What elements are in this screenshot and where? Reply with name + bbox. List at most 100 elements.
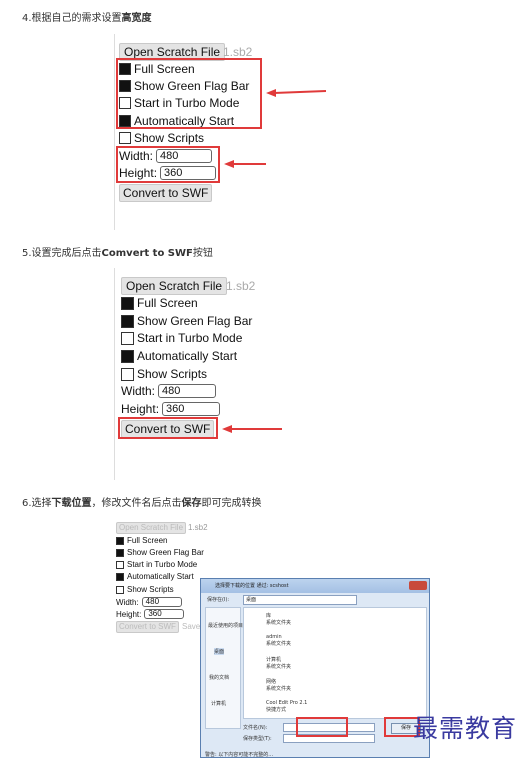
filetype-label: 保存类型(T):: [243, 736, 272, 742]
height-input[interactable]: 360: [162, 402, 221, 416]
list-item[interactable]: admin 系统文件夹: [266, 634, 291, 647]
arrow-icon: [222, 425, 282, 433]
option-label: Start in Turbo Mode: [137, 331, 243, 345]
option-auto-start[interactable]: Automatically Start: [121, 349, 237, 363]
list-item[interactable]: 网络 系统文件夹: [266, 678, 291, 692]
list-item[interactable]: 计算机 系统文件夹: [266, 656, 291, 670]
option-show-scripts[interactable]: Show Scripts: [119, 131, 204, 145]
dialog-title: 选择要下载的位置 通过: scshost: [201, 579, 429, 593]
nav-desktop[interactable]: 桌面: [214, 648, 225, 655]
option-show-green-flag-bar[interactable]: Show Green Flag Bar: [121, 314, 252, 328]
checkbox-checked-icon[interactable]: [116, 536, 124, 545]
step-4-caption: 4.根据自己的需求设置高宽度: [22, 9, 152, 24]
dialog-nav-pane: 最近使用的项目 桌面 我的文档 计算机: [205, 607, 243, 729]
height-input[interactable]: 360: [144, 609, 185, 619]
close-button[interactable]: [409, 581, 427, 590]
option-show-green-flag-bar[interactable]: Show Green Flag Bar: [116, 548, 204, 557]
width-row: Width: 480: [116, 597, 182, 607]
highlight-box: [118, 417, 218, 439]
dialog-file-list: 库系统文件夹 admin 系统文件夹 计算机 系统文件夹 网络 系统文件夹 Cool …: [243, 607, 427, 719]
option-full-screen[interactable]: Full Screen: [121, 296, 198, 310]
checkbox-checked-icon[interactable]: [121, 349, 134, 363]
arrow-icon: [266, 89, 327, 97]
option-label: Show Scripts: [134, 131, 205, 145]
option-auto-start[interactable]: Automatically Start: [116, 572, 194, 581]
width-input[interactable]: 480: [141, 597, 182, 607]
nav-documents[interactable]: 我的文档: [209, 674, 229, 681]
height-label: Height:: [116, 609, 142, 619]
checkbox-unchecked-icon[interactable]: [116, 560, 124, 569]
item-name: admin: [266, 634, 282, 640]
open-scratch-file-button[interactable]: Open Scratch File: [121, 277, 228, 295]
filename-label: 文件名(N):: [243, 725, 268, 731]
step-text: 设置完成后点击: [31, 248, 102, 259]
checkbox-checked-icon[interactable]: [121, 314, 134, 328]
list-item[interactable]: Cool Edit Pro 2.1 快捷方式: [266, 700, 307, 713]
option-show-scripts[interactable]: Show Scripts: [116, 585, 174, 594]
width-row: Width: 480: [121, 384, 217, 398]
checkbox-unchecked-icon[interactable]: [116, 585, 124, 594]
open-scratch-file-button[interactable]: Open Scratch File: [116, 522, 187, 534]
panel-divider: [114, 34, 115, 230]
item-sub: 系统文件夹: [266, 664, 292, 670]
option-label: Full Screen: [127, 536, 168, 545]
checkbox-checked-icon[interactable]: [116, 572, 124, 581]
width-input[interactable]: 480: [158, 384, 217, 398]
option-full-screen[interactable]: Full Screen: [116, 536, 167, 545]
option-start-turbo[interactable]: Start in Turbo Mode: [121, 331, 242, 345]
width-label: Width:: [116, 597, 139, 607]
checkbox-unchecked-icon[interactable]: [121, 331, 134, 345]
step-6-caption: 6.选择下载位置，修改文件名后点击保存即可完成转换: [22, 494, 262, 509]
checkbox-checked-icon[interactable]: [121, 296, 134, 310]
step-text: 选择: [31, 498, 52, 509]
dialog-footer-text: 警告: 以下内容可能不完整的...: [205, 752, 274, 758]
item-sub: 系统文件夹: [266, 686, 292, 692]
item-name: 计算机: [266, 657, 282, 663]
width-label: Width:: [121, 384, 156, 398]
highlight-box: [116, 58, 262, 129]
item-name: 网络: [266, 679, 277, 685]
option-label: Show Green Flag Bar: [137, 314, 253, 328]
item-sub: 系统文件夹: [266, 620, 292, 626]
step-number: 5.: [22, 248, 32, 259]
height-row: Height: 360: [116, 609, 185, 619]
step-bold-text: 高宽度: [121, 13, 152, 24]
highlight-box: [116, 146, 220, 183]
step-text: 按钮: [192, 248, 213, 259]
option-label: Automatically Start: [127, 572, 194, 581]
nav-computer[interactable]: 计算机: [211, 700, 226, 707]
checkbox-unchecked-icon[interactable]: [119, 132, 131, 144]
location-select[interactable]: 桌面: [243, 595, 357, 605]
option-label: Show Green Flag Bar: [127, 548, 204, 557]
arrow-icon: [224, 160, 266, 168]
filename-label: 1.sb2: [223, 45, 253, 59]
step-bold-text: Comvert to SWF: [101, 248, 193, 259]
option-start-turbo[interactable]: Start in Turbo Mode: [116, 560, 197, 569]
option-label: Automatically Start: [137, 349, 238, 363]
highlight-box: [296, 717, 348, 737]
step-number: 6.: [22, 498, 32, 509]
height-label: Height:: [121, 402, 160, 416]
watermark-text: 最需教育: [413, 714, 518, 743]
step-text: 根据自己的需求设置: [31, 13, 122, 24]
step-text: ，修改文件名后点击: [91, 498, 182, 509]
convert-to-swf-button[interactable]: Convert to SWF: [119, 184, 213, 202]
nav-recent[interactable]: 最近使用的项目: [208, 622, 243, 629]
step-number: 4.: [22, 13, 32, 24]
list-item[interactable]: 库系统文件夹: [266, 612, 291, 626]
option-label: Full Screen: [137, 296, 198, 310]
item-sub: 快捷方式: [266, 707, 287, 713]
step-bold-text: 保存: [181, 498, 202, 509]
option-show-scripts[interactable]: Show Scripts: [121, 367, 207, 381]
convert-to-swf-button[interactable]: Convert to SWF: [116, 621, 179, 633]
item-name: Cool Edit Pro 2.1: [266, 700, 308, 706]
panel-divider: [114, 268, 115, 480]
option-label: Start in Turbo Mode: [127, 560, 198, 569]
checkbox-checked-icon[interactable]: [116, 548, 124, 557]
save-hint-label: Save: [182, 622, 201, 631]
location-label: 保存在(I):: [207, 597, 230, 603]
item-sub: 系统文件夹: [266, 641, 292, 647]
step-bold-text: 下载位置: [51, 498, 92, 509]
checkbox-unchecked-icon[interactable]: [121, 367, 134, 381]
height-row: Height: 360: [121, 402, 221, 416]
